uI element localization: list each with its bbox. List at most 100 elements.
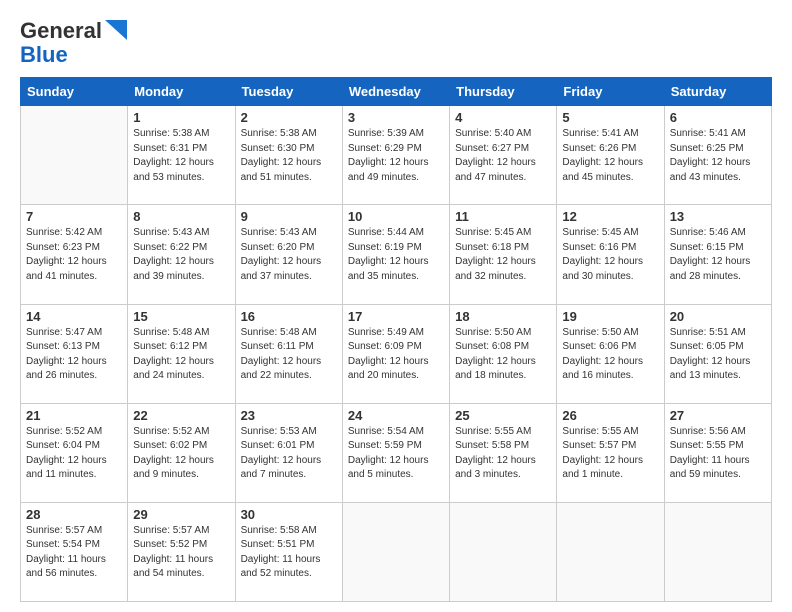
calendar-week-1: 1 Sunrise: 5:38 AM Sunset: 6:31 PM Daylig… [21,106,772,205]
day-info: Sunrise: 5:55 AM Sunset: 5:58 PM Dayligh… [455,425,551,483]
day-info: Sunrise: 5:52 AM Sunset: 6:04 PM Dayligh… [26,425,122,483]
day-info: Sunrise: 5:50 AM Sunset: 6:08 PM Dayligh… [455,326,551,384]
day-number: 11 [455,209,551,224]
day-info: Sunrise: 5:38 AM Sunset: 6:30 PM Dayligh… [241,127,337,185]
col-header-tuesday: Tuesday [235,78,342,106]
calendar-cell [557,502,664,601]
day-number: 2 [241,110,337,125]
day-number: 14 [26,309,122,324]
day-info: Sunrise: 5:41 AM Sunset: 6:26 PM Dayligh… [562,127,658,185]
calendar-cell: 30 Sunrise: 5:58 AM Sunset: 5:51 PM Dayli… [235,502,342,601]
day-info: Sunrise: 5:55 AM Sunset: 5:57 PM Dayligh… [562,425,658,483]
day-number: 12 [562,209,658,224]
calendar-cell: 26 Sunrise: 5:55 AM Sunset: 5:57 PM Dayli… [557,403,664,502]
day-info: Sunrise: 5:44 AM Sunset: 6:19 PM Dayligh… [348,226,444,284]
calendar-week-3: 14 Sunrise: 5:47 AM Sunset: 6:13 PM Dayli… [21,304,772,403]
calendar-cell: 19 Sunrise: 5:50 AM Sunset: 6:06 PM Dayli… [557,304,664,403]
day-number: 23 [241,408,337,423]
day-info: Sunrise: 5:48 AM Sunset: 6:12 PM Dayligh… [133,326,229,384]
calendar-cell: 7 Sunrise: 5:42 AM Sunset: 6:23 PM Daylig… [21,205,128,304]
day-info: Sunrise: 5:45 AM Sunset: 6:16 PM Dayligh… [562,226,658,284]
day-info: Sunrise: 5:47 AM Sunset: 6:13 PM Dayligh… [26,326,122,384]
day-info: Sunrise: 5:50 AM Sunset: 6:06 PM Dayligh… [562,326,658,384]
calendar-cell: 23Sunrise: 5:53 AM Sunset: 6:01 PM Dayli… [235,403,342,502]
col-header-wednesday: Wednesday [342,78,449,106]
logo-general: General [20,18,102,43]
calendar-table: SundayMondayTuesdayWednesdayThursdayFrid… [20,77,772,602]
col-header-saturday: Saturday [664,78,771,106]
day-info: Sunrise: 5:51 AM Sunset: 6:05 PM Dayligh… [670,326,766,384]
day-number: 30 [241,507,337,522]
calendar-cell: 9Sunrise: 5:43 AM Sunset: 6:20 PM Daylig… [235,205,342,304]
day-info: Sunrise: 5:48 AM Sunset: 6:11 PM Dayligh… [241,326,337,384]
day-number: 15 [133,309,229,324]
header: General Blue [20,18,772,67]
col-header-thursday: Thursday [450,78,557,106]
calendar-week-4: 21 Sunrise: 5:52 AM Sunset: 6:04 PM Dayli… [21,403,772,502]
day-number: 20 [670,309,766,324]
calendar-cell: 5 Sunrise: 5:41 AM Sunset: 6:26 PM Daylig… [557,106,664,205]
day-info: Sunrise: 5:57 AM Sunset: 5:52 PM Dayligh… [133,524,229,582]
day-number: 19 [562,309,658,324]
calendar-cell: 14 Sunrise: 5:47 AM Sunset: 6:13 PM Dayli… [21,304,128,403]
day-number: 21 [26,408,122,423]
day-number: 26 [562,408,658,423]
col-header-friday: Friday [557,78,664,106]
day-info: Sunrise: 5:49 AM Sunset: 6:09 PM Dayligh… [348,326,444,384]
calendar-cell: 16 Sunrise: 5:48 AM Sunset: 6:11 PM Dayli… [235,304,342,403]
calendar-cell [450,502,557,601]
day-number: 1 [133,110,229,125]
day-info: Sunrise: 5:42 AM Sunset: 6:23 PM Dayligh… [26,226,122,284]
day-info: Sunrise: 5:39 AM Sunset: 6:29 PM Dayligh… [348,127,444,185]
calendar-cell: 28Sunrise: 5:57 AM Sunset: 5:54 PM Dayli… [21,502,128,601]
day-number: 9 [241,209,337,224]
calendar-cell [342,502,449,601]
calendar-cell [21,106,128,205]
calendar-cell: 20 Sunrise: 5:51 AM Sunset: 6:05 PM Dayli… [664,304,771,403]
calendar-cell: 4 Sunrise: 5:40 AM Sunset: 6:27 PM Daylig… [450,106,557,205]
day-number: 24 [348,408,444,423]
day-info: Sunrise: 5:52 AM Sunset: 6:02 PM Dayligh… [133,425,229,483]
day-number: 27 [670,408,766,423]
day-info: Sunrise: 5:58 AM Sunset: 5:51 PM Dayligh… [241,524,337,582]
calendar-cell: 3Sunrise: 5:39 AM Sunset: 6:29 PM Daylig… [342,106,449,205]
calendar-cell: 11Sunrise: 5:45 AM Sunset: 6:18 PM Dayli… [450,205,557,304]
col-header-sunday: Sunday [21,78,128,106]
calendar-cell: 17 Sunrise: 5:49 AM Sunset: 6:09 PM Dayli… [342,304,449,403]
day-number: 25 [455,408,551,423]
calendar-cell: 2 Sunrise: 5:38 AM Sunset: 6:30 PM Daylig… [235,106,342,205]
day-info: Sunrise: 5:38 AM Sunset: 6:31 PM Dayligh… [133,127,229,185]
day-number: 5 [562,110,658,125]
day-info: Sunrise: 5:56 AM Sunset: 5:55 PM Dayligh… [670,425,766,483]
calendar-cell: 29Sunrise: 5:57 AM Sunset: 5:52 PM Dayli… [128,502,235,601]
day-info: Sunrise: 5:41 AM Sunset: 6:25 PM Dayligh… [670,127,766,185]
day-number: 16 [241,309,337,324]
calendar-cell: 22Sunrise: 5:52 AM Sunset: 6:02 PM Dayli… [128,403,235,502]
day-number: 13 [670,209,766,224]
calendar-header-row: SundayMondayTuesdayWednesdayThursdayFrid… [21,78,772,106]
day-info: Sunrise: 5:40 AM Sunset: 6:27 PM Dayligh… [455,127,551,185]
page: General Blue SundayMondayTuesdayWednesda… [0,0,792,612]
calendar-cell: 8 Sunrise: 5:43 AM Sunset: 6:22 PM Daylig… [128,205,235,304]
day-number: 17 [348,309,444,324]
day-info: Sunrise: 5:46 AM Sunset: 6:15 PM Dayligh… [670,226,766,284]
calendar-week-5: 28Sunrise: 5:57 AM Sunset: 5:54 PM Dayli… [21,502,772,601]
calendar-cell: 13 Sunrise: 5:46 AM Sunset: 6:15 PM Dayli… [664,205,771,304]
calendar-cell: 1 Sunrise: 5:38 AM Sunset: 6:31 PM Daylig… [128,106,235,205]
logo: General Blue [20,18,127,67]
day-info: Sunrise: 5:43 AM Sunset: 6:22 PM Dayligh… [133,226,229,284]
day-number: 7 [26,209,122,224]
col-header-monday: Monday [128,78,235,106]
day-number: 28 [26,507,122,522]
day-info: Sunrise: 5:54 AM Sunset: 5:59 PM Dayligh… [348,425,444,483]
day-number: 8 [133,209,229,224]
calendar-cell: 15 Sunrise: 5:48 AM Sunset: 6:12 PM Dayli… [128,304,235,403]
day-number: 4 [455,110,551,125]
calendar-week-2: 7 Sunrise: 5:42 AM Sunset: 6:23 PM Daylig… [21,205,772,304]
day-number: 6 [670,110,766,125]
calendar-cell: 27 Sunrise: 5:56 AM Sunset: 5:55 PM Dayli… [664,403,771,502]
calendar-cell: 6 Sunrise: 5:41 AM Sunset: 6:25 PM Daylig… [664,106,771,205]
calendar-cell: 12 Sunrise: 5:45 AM Sunset: 6:16 PM Dayli… [557,205,664,304]
day-number: 18 [455,309,551,324]
logo-blue: Blue [20,43,68,67]
